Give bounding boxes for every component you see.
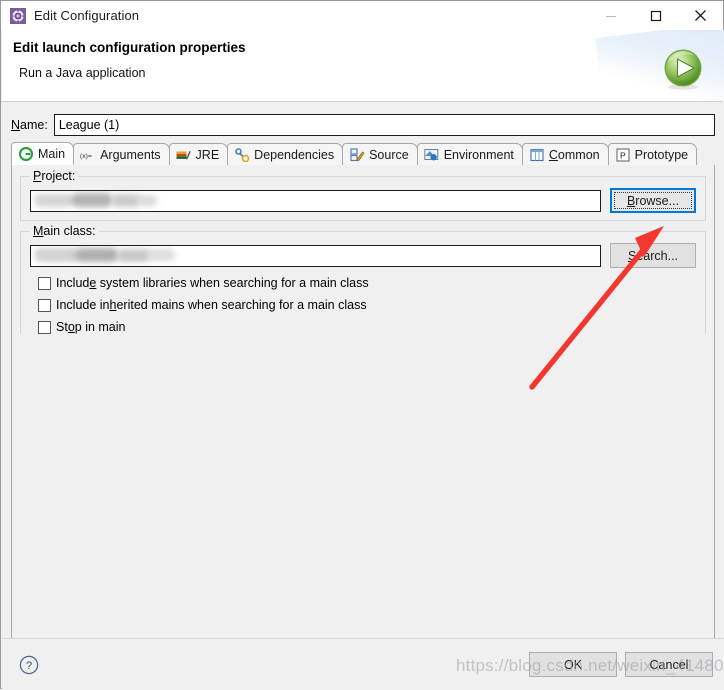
checkbox-box[interactable] (38, 276, 51, 290)
ok-label: OK (563, 657, 583, 672)
redaction-blur (147, 248, 175, 261)
checkbox-box[interactable] (38, 298, 51, 312)
browse-button[interactable]: Browse... (610, 188, 696, 213)
tab-label: JRE (195, 147, 220, 162)
mainclass-field-row: Search... (30, 243, 696, 268)
svg-text:(x)=: (x)= (80, 152, 92, 159)
run-green-play-icon (661, 47, 705, 91)
prototype-p-icon: P (615, 147, 631, 163)
checkbox-stop-in-main[interactable]: Stop in main (38, 320, 126, 334)
name-input[interactable] (53, 114, 715, 136)
tab-label: Main (38, 146, 66, 161)
tab-label: Source (369, 147, 409, 162)
help-question-icon[interactable]: ? (19, 655, 39, 675)
jre-books-icon (176, 147, 192, 163)
dialog-footer: ? OK Cancel (2, 638, 724, 690)
svg-text:?: ? (26, 660, 32, 672)
tab-common[interactable]: Common (521, 143, 609, 165)
tab-prototype[interactable]: P Prototype (607, 143, 698, 165)
mainclass-group-label: Main class: (30, 224, 99, 238)
gear-config-icon (10, 7, 26, 24)
header-title: Edit launch configuration properties (13, 40, 246, 55)
common-table-icon (529, 147, 545, 163)
header-subtitle: Run a Java application (19, 66, 146, 80)
browse-button-label: Browse... (626, 193, 680, 208)
tab-strip-filler (696, 143, 715, 165)
title-bar: Edit Configuration (1, 1, 723, 30)
redaction-blur (137, 194, 157, 206)
cancel-label: Cancel (649, 657, 689, 672)
redaction-blur (34, 193, 74, 207)
main-java-icon (18, 146, 34, 162)
tab-label: Environment (443, 147, 514, 162)
checkbox-box[interactable] (38, 320, 51, 334)
edit-configuration-dialog: Edit Configuration Edit launch configura… (0, 0, 724, 690)
ok-button[interactable]: OK (529, 652, 617, 677)
checkbox-include-inherited-mains[interactable]: Include inherited mains when searching f… (38, 298, 367, 312)
redaction-blur (75, 247, 119, 262)
tab-arguments[interactable]: (x)= Arguments (73, 143, 170, 165)
project-group: Project: Browse... (20, 169, 706, 221)
checkbox-label: Include inherited mains when searching f… (56, 298, 367, 312)
redaction-blur (34, 247, 80, 262)
mainclass-input[interactable] (30, 244, 601, 267)
tab-label: Common (548, 147, 600, 162)
dependencies-icon (234, 147, 250, 163)
source-pencil-icon (349, 147, 365, 163)
checkbox-include-system-libraries[interactable]: Include system libraries when searching … (38, 276, 369, 290)
arguments-icon: (x)= (80, 147, 96, 163)
tab-label: Prototype (634, 147, 689, 162)
tab-source[interactable]: Source (342, 143, 418, 165)
project-input[interactable] (30, 189, 601, 212)
tab-label: Dependencies (254, 147, 335, 162)
checkbox-label: Stop in main (56, 320, 126, 334)
tab-environment[interactable]: Environment (416, 143, 523, 165)
name-label: Name: (11, 118, 48, 132)
tab-main[interactable]: Main (11, 142, 75, 165)
window-title: Edit Configuration (34, 8, 140, 23)
name-row: Name: (11, 113, 715, 137)
dialog-body: Name: Main (x)= Argu (2, 102, 724, 688)
window-controls (588, 1, 723, 30)
project-group-label: Project: (30, 169, 79, 183)
dialog-header: Edit launch configuration properties Run… (2, 30, 724, 102)
close-icon[interactable] (678, 1, 723, 30)
tab-jre[interactable]: JRE (168, 143, 229, 165)
svg-text:P: P (620, 150, 626, 160)
redaction-blur (117, 248, 151, 262)
search-button[interactable]: Search... (610, 243, 696, 268)
main-tab-page: Project: Browse... Main class: Search...… (11, 165, 715, 644)
checkbox-label: Include system libraries when searching … (56, 276, 369, 290)
tab-strip: Main (x)= Arguments JRE Dependencies Sou… (11, 142, 715, 166)
mainclass-group: Main class: Search... Include system lib… (20, 224, 706, 334)
search-button-label: Search... (627, 248, 679, 263)
environment-icon (424, 147, 440, 163)
tab-label: Arguments (100, 147, 161, 162)
project-field-row: Browse... (30, 188, 696, 213)
minimize-icon[interactable] (588, 1, 633, 30)
redaction-blur (71, 192, 113, 207)
tab-dependencies[interactable]: Dependencies (227, 143, 344, 165)
cancel-button[interactable]: Cancel (625, 652, 713, 677)
maximize-icon[interactable] (633, 1, 678, 30)
